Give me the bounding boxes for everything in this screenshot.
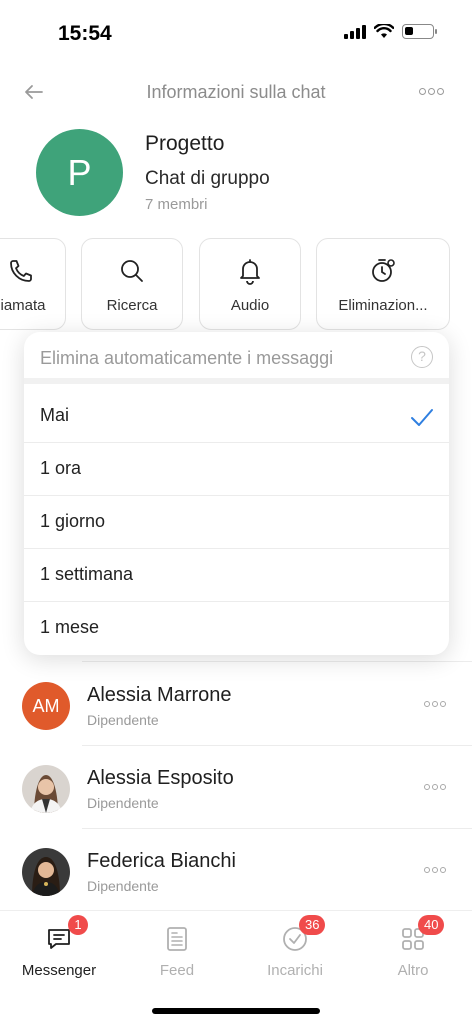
audio-button-label: Audio bbox=[230, 297, 270, 314]
option-1-hour[interactable]: 1 ora bbox=[24, 443, 449, 496]
auto-delete-menu: Elimina automaticamente i messaggi ? Mai… bbox=[24, 332, 449, 655]
help-icon[interactable]: ? bbox=[411, 346, 433, 368]
search-icon bbox=[121, 260, 143, 282]
member-role: Dipendente bbox=[87, 795, 159, 811]
option-1-month[interactable]: 1 mese bbox=[24, 602, 449, 655]
page-title: Informazioni sulla chat bbox=[146, 82, 326, 102]
option-label: Mai bbox=[40, 405, 70, 425]
search-button[interactable]: Ricerca bbox=[81, 238, 183, 330]
auto-delete-button-label: Eliminazion... bbox=[338, 297, 428, 314]
member-row[interactable]: AM Alessia Marrone Dipendente bbox=[0, 663, 472, 746]
more-horizontal-icon[interactable] bbox=[424, 867, 446, 873]
bell-icon bbox=[240, 259, 260, 285]
more-horizontal-icon[interactable] bbox=[424, 784, 446, 790]
home-indicator[interactable] bbox=[152, 1008, 320, 1014]
member-role: Dipendente bbox=[87, 712, 159, 728]
battery-icon bbox=[402, 24, 437, 39]
avatar bbox=[22, 848, 70, 896]
status-bar: 15:54 bbox=[0, 0, 472, 62]
member-name: Federica Bianchi bbox=[87, 850, 236, 872]
option-1-week[interactable]: 1 settimana bbox=[24, 549, 449, 602]
tab-label: Messenger bbox=[21, 962, 97, 979]
person-photo-icon bbox=[22, 848, 70, 896]
auto-delete-menu-title: Elimina automaticamente i messaggi bbox=[40, 348, 334, 368]
tab-tasks[interactable]: 36 Incarichi bbox=[236, 911, 354, 991]
more-horizontal-icon[interactable] bbox=[419, 88, 444, 95]
member-row[interactable]: Alessia Esposito Dipendente bbox=[0, 746, 472, 829]
more-horizontal-icon[interactable] bbox=[424, 701, 446, 707]
tab-messenger[interactable]: 1 Messenger bbox=[0, 911, 118, 991]
tab-label: Incarichi bbox=[267, 962, 323, 979]
option-label: 1 ora bbox=[40, 458, 82, 478]
tab-more[interactable]: 40 Altro bbox=[354, 911, 472, 991]
option-label: 1 giorno bbox=[40, 511, 106, 531]
tab-label: Feed bbox=[159, 962, 195, 979]
status-time: 15:54 bbox=[58, 22, 112, 45]
phone-icon bbox=[10, 260, 32, 282]
wifi-icon bbox=[374, 24, 394, 38]
audio-button[interactable]: Audio bbox=[199, 238, 301, 330]
option-label: 1 mese bbox=[40, 617, 100, 637]
group-name: Progetto bbox=[145, 132, 225, 155]
group-type: Chat di gruppo bbox=[145, 168, 270, 189]
auto-delete-button[interactable]: Eliminazion... bbox=[316, 238, 450, 330]
call-button[interactable]: iamata bbox=[0, 238, 66, 330]
group-avatar[interactable]: P bbox=[36, 129, 123, 216]
member-row[interactable]: Federica Bianchi Dipendente bbox=[0, 829, 472, 912]
member-name: Alessia Marrone bbox=[87, 684, 232, 706]
person-photo-icon bbox=[22, 765, 70, 813]
member-name: Alessia Esposito bbox=[87, 767, 234, 789]
newspaper-icon bbox=[167, 927, 187, 951]
avatar: AM bbox=[22, 682, 70, 730]
option-1-day[interactable]: 1 giorno bbox=[24, 496, 449, 549]
group-member-count: 7 membri bbox=[145, 196, 208, 213]
status-icons bbox=[344, 24, 437, 39]
avatar bbox=[22, 765, 70, 813]
call-button-label: iamata bbox=[0, 297, 46, 314]
option-label: 1 settimana bbox=[40, 564, 134, 584]
check-icon bbox=[411, 409, 433, 426]
notification-badge: 1 bbox=[68, 915, 88, 935]
search-button-label: Ricerca bbox=[106, 297, 158, 314]
member-role: Dipendente bbox=[87, 878, 159, 894]
option-never[interactable]: Mai bbox=[24, 390, 449, 443]
tab-feed[interactable]: Feed bbox=[118, 911, 236, 991]
auto-delete-menu-header: Elimina automaticamente i messaggi ? bbox=[24, 332, 449, 384]
signal-icon bbox=[344, 24, 366, 39]
timer-icon bbox=[372, 259, 395, 282]
notification-badge: 40 bbox=[418, 915, 445, 935]
header: Informazioni sulla chat bbox=[0, 70, 472, 114]
tab-label: Altro bbox=[397, 962, 429, 979]
tab-bar: 1 Messenger Feed 36 Incarichi 40 Altro bbox=[0, 910, 472, 990]
divider bbox=[82, 661, 472, 662]
notification-badge: 36 bbox=[299, 915, 326, 935]
